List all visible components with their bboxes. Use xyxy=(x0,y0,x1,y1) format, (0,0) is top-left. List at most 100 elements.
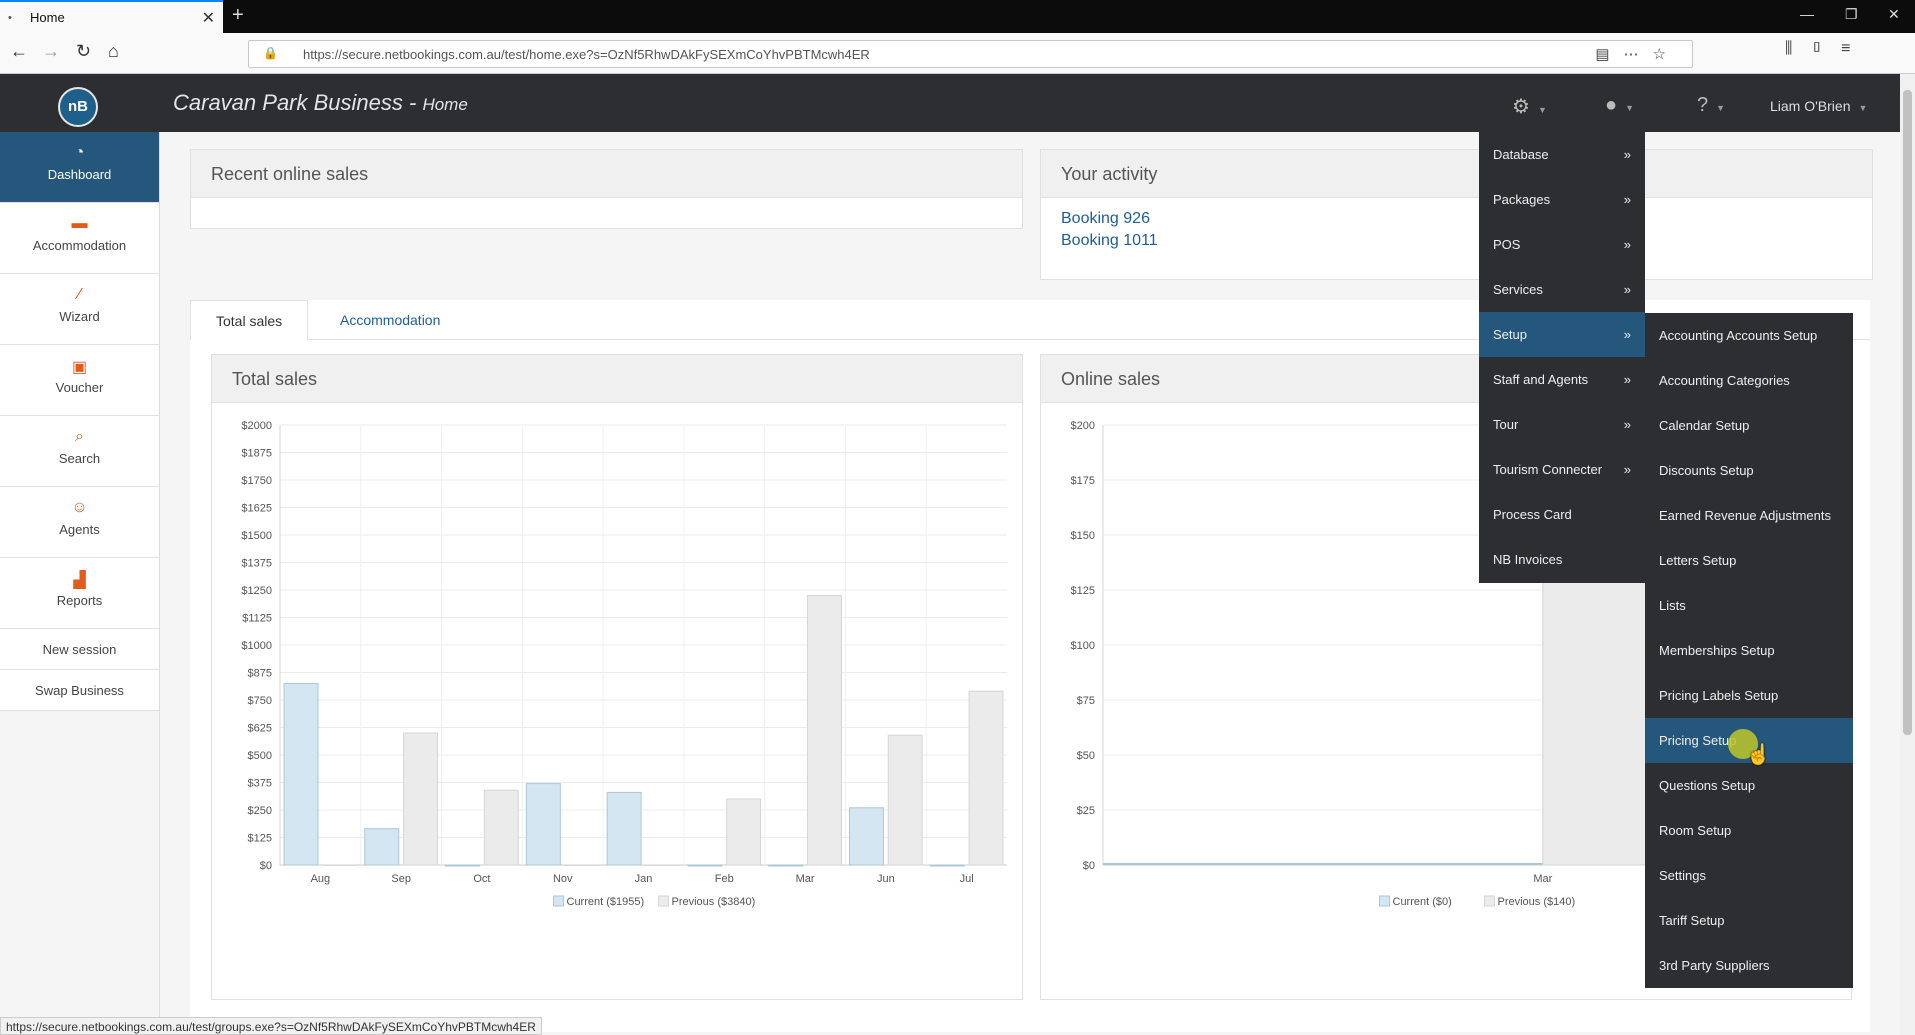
y-tick-label: $1875 xyxy=(241,448,272,460)
reload-icon[interactable]: ↻ xyxy=(76,41,91,62)
browser-tab[interactable]: • Home ✕ xyxy=(0,0,223,33)
sidebar: ◔ Dashboard ▬ Accommodation ⁄ Wizard ▣ V… xyxy=(0,132,160,1035)
menu-item-process-card[interactable]: Process Card xyxy=(1479,492,1645,537)
help-icon[interactable]: ? ▼ xyxy=(1697,94,1725,117)
menu-item-services[interactable]: Services » xyxy=(1479,267,1645,312)
your-activity-panel: Your activity Booking 926 Booking 1011 xyxy=(1040,149,1873,280)
legend-swatch-previous xyxy=(1484,895,1495,907)
y-tick-label: $25 xyxy=(1077,805,1095,817)
swap-business-link[interactable]: Swap Business xyxy=(0,670,159,711)
y-tick-label: $50 xyxy=(1077,750,1095,762)
legend-previous: Previous ($3840) xyxy=(672,896,756,908)
menu-item-label: NB Invoices xyxy=(1493,552,1563,567)
agent-icon[interactable]: ● ▼ xyxy=(1605,94,1634,117)
y-tick-label: $0 xyxy=(260,860,272,872)
submenu-item-letters-setup[interactable]: Letters Setup xyxy=(1645,538,1853,583)
settings-menu: Database» Packages» POS» Services» Setup» Sta… xyxy=(1479,132,1645,583)
bed-icon: ▬ xyxy=(71,215,88,232)
close-window-icon[interactable]: ✕ xyxy=(1888,6,1900,23)
menu-item-tourism-connecter[interactable]: Tourism Connecter » xyxy=(1479,447,1645,492)
status-bar-url: https://secure.netbookings.com.au/test/g… xyxy=(0,1017,542,1035)
y-tick-label: $1375 xyxy=(241,558,272,570)
sidebar-item-search[interactable]: ⌕ Search xyxy=(0,416,159,487)
y-tick-label: $200 xyxy=(1071,420,1095,432)
tab-accommodation[interactable]: Accommodation xyxy=(315,300,465,340)
bar-previous xyxy=(322,864,358,866)
user-menu[interactable]: Liam O'Brien ▼ xyxy=(1770,98,1867,114)
menu-item-pos[interactable]: POS » xyxy=(1479,222,1645,267)
new-session-link[interactable]: New session xyxy=(0,629,159,670)
library-icon[interactable]: ⫼▯≡ xyxy=(1785,40,1869,58)
bar-current xyxy=(606,791,642,866)
submenu-item-settings[interactable]: Settings xyxy=(1645,853,1853,898)
home-icon[interactable]: ⌂ xyxy=(108,41,119,62)
new-tab-icon[interactable]: + xyxy=(232,4,244,27)
submenu-item-discounts-setup[interactable]: Discounts Setup xyxy=(1645,448,1853,493)
submenu-item-tariff-setup[interactable]: Tariff Setup xyxy=(1645,898,1853,943)
submenu-item-accounting-categories[interactable]: Accounting Categories xyxy=(1645,358,1853,403)
x-tick-label: Mar xyxy=(796,873,815,885)
submenu-item-accounting-accounts-setup[interactable]: Accounting Accounts Setup xyxy=(1645,313,1853,358)
hand-cursor-icon: ☝ xyxy=(1746,744,1771,766)
booking-link[interactable]: Booking 926 xyxy=(1061,210,1852,228)
x-tick-label: Jan xyxy=(635,873,653,885)
menu-item-packages[interactable]: Packages » xyxy=(1479,177,1645,222)
submenu-item-lists[interactable]: Lists xyxy=(1645,583,1853,628)
app-logo[interactable]: nB xyxy=(58,87,98,127)
agent-icon: ☺ xyxy=(71,499,88,516)
forward-icon[interactable]: → xyxy=(42,41,60,62)
submenu-item-memberships-setup[interactable]: Memberships Setup xyxy=(1645,628,1853,673)
dashboard-icon: ◔ xyxy=(74,144,85,161)
sidebar-item-agents[interactable]: ☺ Agents xyxy=(0,487,159,558)
url-bar[interactable]: 🔒 https://secure.netbookings.com.au/test… xyxy=(248,40,1693,68)
sidebar-item-reports[interactable]: ▟ Reports xyxy=(0,558,159,629)
sidebar-item-label: Search xyxy=(58,451,101,466)
menu-item-setup[interactable]: Setup » xyxy=(1479,312,1645,357)
url-actions-icon[interactable]: ▤⋯☆ xyxy=(1595,45,1680,63)
bar-current xyxy=(768,864,804,867)
app-header: nB Caravan Park Business - Home ⚙ ▼ ● ▼ ? ▼… xyxy=(0,74,1900,132)
submenu-item-room-setup[interactable]: Room Setup xyxy=(1645,808,1853,853)
submenu-item-3rd-party-suppliers[interactable]: 3rd Party Suppliers xyxy=(1645,943,1853,988)
lock-icon: 🔒 xyxy=(263,46,278,60)
menu-item-nb-invoices[interactable]: NB Invoices xyxy=(1479,537,1645,582)
settings-gear-icon[interactable]: ⚙ ▼ xyxy=(1512,94,1547,119)
sidebar-item-label: Reports xyxy=(56,593,103,608)
chart-icon: ▟ xyxy=(73,572,86,589)
tab-total-sales[interactable]: Total sales xyxy=(190,300,309,340)
menu-item-staff-and-agents[interactable]: Staff and Agents » xyxy=(1479,357,1645,402)
submenu-item-calendar-setup[interactable]: Calendar Setup xyxy=(1645,403,1853,448)
close-tab-icon[interactable]: ✕ xyxy=(202,8,215,28)
bar-previous xyxy=(403,732,439,866)
y-tick-label: $2000 xyxy=(241,420,272,432)
menu-item-label: POS xyxy=(1493,237,1521,252)
recent-online-sales-panel: Recent online sales xyxy=(190,149,1023,229)
menu-item-label: Process Card xyxy=(1493,507,1572,522)
submenu-item-questions-setup[interactable]: Questions Setup xyxy=(1645,763,1853,808)
page-scrollbar[interactable] xyxy=(1900,74,1915,1035)
restore-icon[interactable]: ❐ xyxy=(1845,6,1858,23)
sidebar-item-voucher[interactable]: ▣ Voucher xyxy=(0,345,159,416)
y-tick-label: $250 xyxy=(248,805,272,817)
sidebar-item-wizard[interactable]: ⁄ Wizard xyxy=(0,274,159,345)
menu-item-tour[interactable]: Tour » xyxy=(1479,402,1645,447)
bar-previous xyxy=(564,864,600,866)
legend-current: Current ($1955) xyxy=(567,896,645,908)
minimize-icon[interactable]: — xyxy=(1800,6,1814,22)
bar-previous xyxy=(726,798,762,866)
y-tick-label: $1250 xyxy=(241,585,272,597)
submenu-item-pricing-labels-setup[interactable]: Pricing Labels Setup xyxy=(1645,673,1853,718)
sidebar-item-dashboard[interactable]: ◔ Dashboard xyxy=(0,132,159,203)
page-title: Caravan Park Business - Home xyxy=(173,90,468,116)
back-icon[interactable]: ← xyxy=(10,41,28,62)
bar-previous xyxy=(483,789,519,866)
chart-title: Total sales xyxy=(212,355,1022,403)
submenu-item-earned-revenue-adjustments[interactable]: Earned Revenue Adjustments xyxy=(1645,493,1853,538)
scrollbar-thumb[interactable] xyxy=(1903,90,1912,735)
menu-item-database[interactable]: Database » xyxy=(1479,132,1645,177)
tab-bullet: • xyxy=(8,12,12,24)
y-tick-label: $150 xyxy=(1071,530,1095,542)
x-tick-label: Feb xyxy=(715,873,734,885)
sidebar-item-accommodation[interactable]: ▬ Accommodation xyxy=(0,203,159,274)
booking-link[interactable]: Booking 1011 xyxy=(1061,232,1852,250)
